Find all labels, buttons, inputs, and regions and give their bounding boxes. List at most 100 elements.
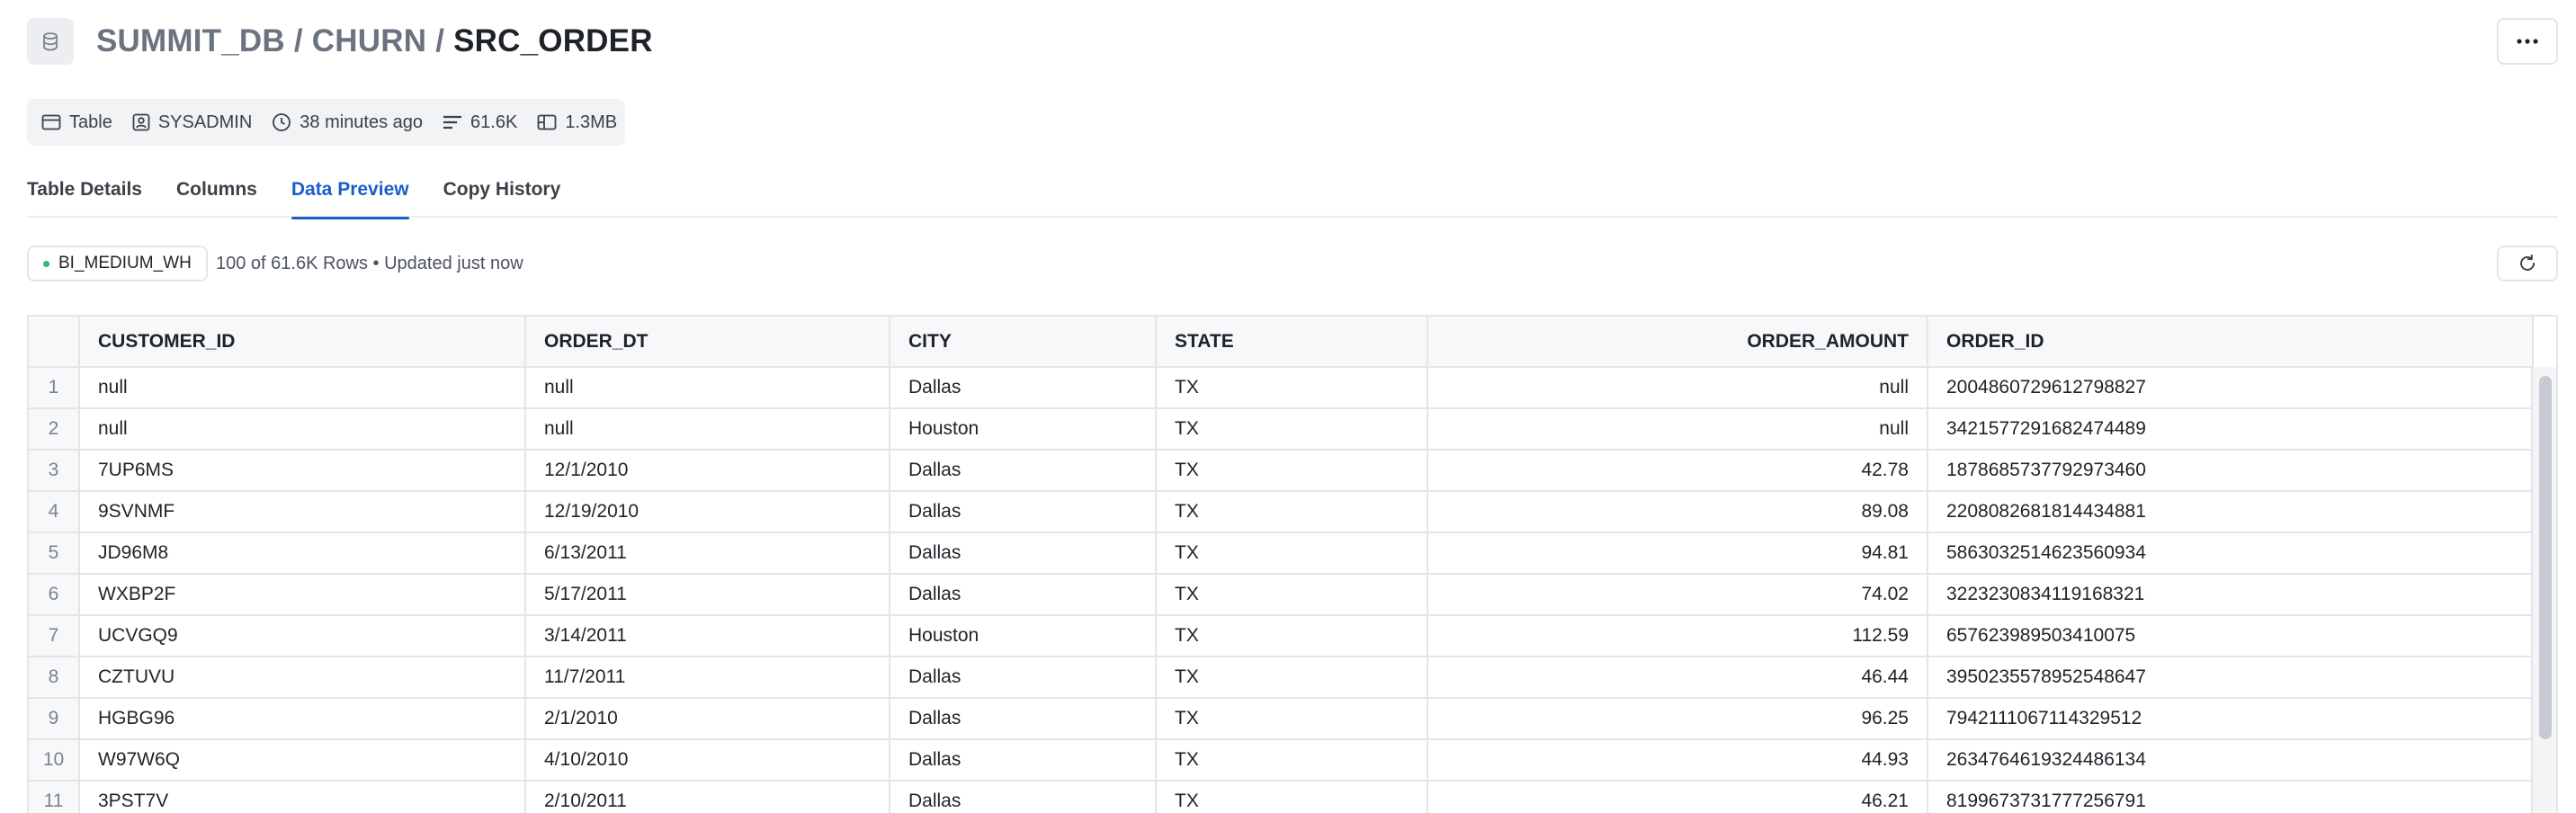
table-row[interactable]: 1 null null Dallas TX null 2004860729612798827	[29, 366, 2534, 409]
table-cell[interactable]: UCVGQ9	[78, 614, 526, 657]
table-row[interactable]: 8 CZTUVU 11/7/2011 Dallas TX 46.44 39502355789…	[29, 656, 2534, 699]
breadcrumb-separator: /	[435, 23, 445, 58]
scrollbar-thumb[interactable]	[2539, 376, 2552, 739]
table-cell[interactable]: 3421577291682474489	[1927, 407, 2534, 451]
column-header[interactable]: CITY	[889, 317, 1157, 368]
table-cell[interactable]: 2004860729612798827	[1927, 366, 2534, 409]
table-cell[interactable]: TX	[1155, 780, 1428, 813]
table-cell[interactable]: 2208082681814434881	[1927, 490, 2534, 533]
table-cell[interactable]: CZTUVU	[78, 656, 526, 699]
table-row[interactable]: 3 7UP6MS 12/1/2010 Dallas TX 42.78 18786857377…	[29, 449, 2534, 492]
table-cell[interactable]: 94.81	[1427, 532, 1928, 575]
more-options-button[interactable]	[2497, 18, 2558, 65]
column-header[interactable]: ORDER_ID	[1927, 317, 2534, 368]
table-row[interactable]: 11 3PST7V 2/10/2011 Dallas TX 46.21 8199673731…	[29, 780, 2534, 813]
table-row[interactable]: 4 9SVNMF 12/19/2010 Dallas TX 89.08 2208082681…	[29, 490, 2534, 533]
row-number: 8	[29, 656, 80, 699]
table-cell[interactable]: Dallas	[889, 532, 1157, 575]
table-cell[interactable]: 2/1/2010	[524, 697, 890, 740]
table-cell[interactable]: 12/19/2010	[524, 490, 890, 533]
table-cell[interactable]: 44.93	[1427, 738, 1928, 782]
tab-columns[interactable]: Columns	[176, 171, 257, 218]
table-cell[interactable]: null	[78, 366, 526, 409]
tab-data-preview[interactable]: Data Preview	[291, 171, 409, 219]
refresh-button[interactable]	[2497, 246, 2558, 281]
table-cell[interactable]: 2634764619324486134	[1927, 738, 2534, 782]
column-header[interactable]: ORDER_DT	[524, 317, 890, 368]
table-row[interactable]: 2 null null Houston TX null 342157729168247448…	[29, 407, 2534, 451]
table-row[interactable]: 10 W97W6Q 4/10/2010 Dallas TX 44.93 2634764619…	[29, 738, 2534, 782]
row-number: 5	[29, 532, 80, 575]
table-cell[interactable]: 46.21	[1427, 780, 1928, 813]
table-cell[interactable]: Dallas	[889, 697, 1157, 740]
table-cell[interactable]: 2/10/2011	[524, 780, 890, 813]
table-cell[interactable]: Houston	[889, 407, 1157, 451]
table-cell[interactable]: Dallas	[889, 738, 1157, 782]
table-cell[interactable]: 9SVNMF	[78, 490, 526, 533]
table-cell[interactable]: Dallas	[889, 366, 1157, 409]
table-cell[interactable]: 7UP6MS	[78, 449, 526, 492]
table-cell[interactable]: 46.44	[1427, 656, 1928, 699]
table-cell[interactable]: Dallas	[889, 573, 1157, 616]
table-cell[interactable]: Dallas	[889, 449, 1157, 492]
data-grid[interactable]: CUSTOMER_ID ORDER_DT CITY STATE ORDER_AM…	[27, 315, 2558, 813]
table-cell[interactable]: 6/13/2011	[524, 532, 890, 575]
meta-type-label: Table	[69, 112, 112, 132]
table-cell[interactable]: TX	[1155, 656, 1428, 699]
table-cell[interactable]: 3PST7V	[78, 780, 526, 813]
vertical-scrollbar[interactable]	[2531, 367, 2556, 813]
table-cell[interactable]: 657623989503410075	[1927, 614, 2534, 657]
table-row[interactable]: 5 JD96M8 6/13/2011 Dallas TX 94.81 58630325146…	[29, 532, 2534, 575]
table-cell[interactable]: 7942111067114329512	[1927, 697, 2534, 740]
table-cell[interactable]: JD96M8	[78, 532, 526, 575]
table-cell[interactable]: WXBP2F	[78, 573, 526, 616]
table-cell[interactable]: W97W6Q	[78, 738, 526, 782]
table-cell[interactable]: null	[524, 366, 890, 409]
warehouse-selector[interactable]: BI_MEDIUM_WH	[27, 246, 208, 281]
table-cell[interactable]: TX	[1155, 490, 1428, 533]
table-cell[interactable]: Houston	[889, 614, 1157, 657]
table-cell[interactable]: TX	[1155, 407, 1428, 451]
table-cell[interactable]: Dallas	[889, 656, 1157, 699]
table-row[interactable]: 7 UCVGQ9 3/14/2011 Houston TX 112.59 657623989…	[29, 614, 2534, 657]
table-cell[interactable]: TX	[1155, 366, 1428, 409]
column-header[interactable]: STATE	[1155, 317, 1428, 368]
table-cell[interactable]: 74.02	[1427, 573, 1928, 616]
tab-table-details[interactable]: Table Details	[27, 171, 142, 218]
table-cell[interactable]: 3950235578952548647	[1927, 656, 2534, 699]
breadcrumb-database[interactable]: SUMMIT_DB	[96, 23, 285, 59]
table-cell[interactable]: TX	[1155, 697, 1428, 740]
tab-copy-history[interactable]: Copy History	[443, 171, 561, 218]
table-cell[interactable]: 3223230834119168321	[1927, 573, 2534, 616]
table-cell[interactable]: TX	[1155, 614, 1428, 657]
table-cell[interactable]: TX	[1155, 738, 1428, 782]
table-cell[interactable]: null	[1427, 407, 1928, 451]
table-cell[interactable]: TX	[1155, 573, 1428, 616]
table-cell[interactable]: 96.25	[1427, 697, 1928, 740]
table-cell[interactable]: 112.59	[1427, 614, 1928, 657]
table-cell[interactable]: null	[524, 407, 890, 451]
table-cell[interactable]: 11/7/2011	[524, 656, 890, 699]
table-cell[interactable]: 89.08	[1427, 490, 1928, 533]
table-cell[interactable]: TX	[1155, 449, 1428, 492]
table-row[interactable]: 6 WXBP2F 5/17/2011 Dallas TX 74.02 32232308341…	[29, 573, 2534, 616]
table-cell[interactable]: null	[78, 407, 526, 451]
table-cell[interactable]: Dallas	[889, 780, 1157, 813]
column-header[interactable]: CUSTOMER_ID	[78, 317, 526, 368]
breadcrumb-schema[interactable]: CHURN	[312, 23, 426, 59]
column-header[interactable]: ORDER_AMOUNT	[1427, 317, 1928, 368]
table-cell[interactable]: TX	[1155, 532, 1428, 575]
table-cell[interactable]: null	[1427, 366, 1928, 409]
table-cell[interactable]: HGBG96	[78, 697, 526, 740]
table-cell[interactable]: 4/10/2010	[524, 738, 890, 782]
warehouse-name: BI_MEDIUM_WH	[58, 254, 192, 272]
table-cell[interactable]: 3/14/2011	[524, 614, 890, 657]
table-cell[interactable]: 1878685737792973460	[1927, 449, 2534, 492]
table-cell[interactable]: 42.78	[1427, 449, 1928, 492]
table-cell[interactable]: 8199673731777256791	[1927, 780, 2534, 813]
table-row[interactable]: 9 HGBG96 2/1/2010 Dallas TX 96.25 794211106711…	[29, 697, 2534, 740]
table-cell[interactable]: 5/17/2011	[524, 573, 890, 616]
table-cell[interactable]: 5863032514623560934	[1927, 532, 2534, 575]
table-cell[interactable]: Dallas	[889, 490, 1157, 533]
table-cell[interactable]: 12/1/2010	[524, 449, 890, 492]
